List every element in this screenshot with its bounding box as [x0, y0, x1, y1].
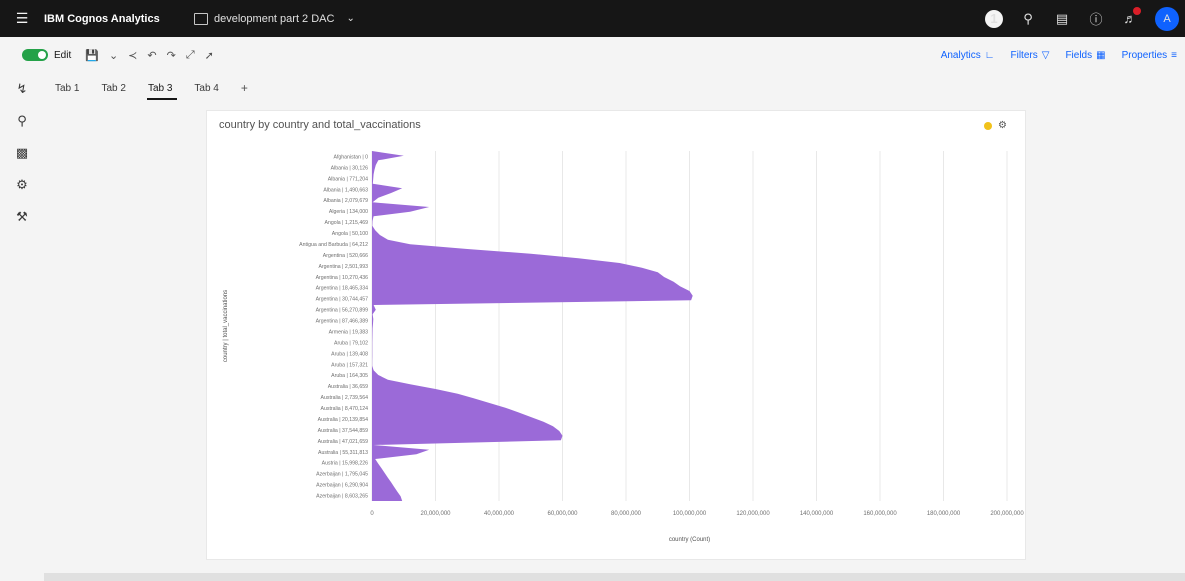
properties-icon: ≡	[1171, 49, 1177, 61]
tab-1[interactable]: Tab 1	[44, 73, 90, 103]
messages-icon[interactable]: ▤	[1053, 10, 1071, 28]
search-icon[interactable]: ⚲	[1019, 10, 1037, 28]
y-tick-label: Aruba | 139,408	[331, 351, 368, 357]
help-icon[interactable]: ⓘ	[1087, 10, 1105, 28]
x-tick-label: 100,000,000	[673, 511, 707, 517]
share-icon[interactable]: ≺	[128, 49, 137, 62]
y-tick-label: Argentina | 18,465,334	[316, 286, 369, 292]
y-tick-label: Argentina | 30,744,457	[316, 297, 369, 303]
top-navigation-bar: ☰ IBM Cognos Analytics development part …	[0, 0, 1185, 37]
widgets-icon[interactable]: ⚒	[0, 201, 44, 233]
tab-3[interactable]: Tab 3	[137, 73, 183, 103]
y-tick-label: Argentina | 87,466,389	[316, 319, 369, 325]
filters-button[interactable]: Filters ▽	[1011, 50, 1050, 61]
x-tick-label: 40,000,000	[484, 511, 515, 517]
edit-label: Edit	[54, 49, 72, 61]
y-tick-label: Aruba | 79,102	[334, 340, 368, 346]
y-tick-label: Albania | 1,490,663	[323, 187, 368, 193]
analytics-button[interactable]: Analytics ∟	[941, 50, 995, 61]
horizontal-scrollbar[interactable]	[44, 573, 1185, 581]
pin-icon[interactable]: ⚲	[0, 105, 44, 137]
y-tick-label: Azerbaijan | 1,795,045	[316, 472, 368, 478]
x-tick-label: 140,000,000	[800, 511, 834, 517]
undo-icon[interactable]: ↶	[147, 49, 156, 62]
left-rail: ↯ ⚲ ▩ ⚙ ⚒	[0, 73, 44, 581]
y-tick-label: Australia | 20,139,854	[318, 417, 368, 423]
y-tick-label: Albania | 30,126	[331, 165, 369, 171]
user-avatar[interactable]: A	[1155, 6, 1179, 31]
x-tick-label: 120,000,000	[736, 511, 770, 517]
x-tick-label: 80,000,000	[611, 511, 642, 517]
edit-mode-toggle[interactable]	[22, 49, 48, 61]
dashboard-icon	[194, 12, 208, 25]
tab-4[interactable]: Tab 4	[183, 73, 229, 103]
x-axis-title: country (Count)	[669, 537, 710, 543]
save-icon[interactable]: 💾	[85, 49, 99, 62]
y-tick-label: Aruba | 164,305	[331, 373, 368, 379]
redo-icon[interactable]: ↷	[167, 49, 176, 62]
y-tick-label: Albania | 771,204	[328, 176, 368, 182]
y-tick-label: Argentina | 10,270,436	[316, 275, 369, 281]
report-switcher[interactable]: development part 2 DAC ⌄	[194, 12, 355, 25]
x-tick-label: 200,000,000	[990, 511, 1024, 517]
analytics-icon: ∟	[984, 49, 995, 61]
y-tick-label: Algeria | 134,000	[329, 209, 368, 215]
save-dropdown-chevron-icon[interactable]: ⌄	[109, 49, 118, 62]
pointer-tool-icon[interactable]: ➚	[205, 49, 214, 62]
y-tick-label: Australia | 37,544,859	[318, 428, 368, 434]
fullscreen-icon[interactable]: ⤢	[186, 49, 195, 62]
y-tick-label: Afghanistan | 0	[333, 154, 368, 160]
y-tick-label: Azerbaijan | 6,290,904	[316, 483, 368, 489]
y-tick-label: Australia | 2,739,564	[321, 395, 369, 401]
y-tick-label: Aruba | 157,321	[331, 362, 368, 368]
data-sources-icon[interactable]: ↯	[0, 73, 44, 105]
y-tick-label: Angola | 50,100	[332, 231, 368, 237]
chevron-down-icon: ⌄	[346, 13, 355, 24]
app-brand[interactable]: IBM Cognos Analytics	[44, 13, 194, 25]
y-tick-label: Azerbaijan | 8,603,265	[316, 494, 368, 500]
report-name: development part 2 DAC	[214, 12, 335, 25]
y-tick-label: Austria | 15,998,226	[322, 461, 368, 467]
tab-2[interactable]: Tab 2	[90, 73, 136, 103]
y-tick-label: Australia | 36,659	[328, 384, 368, 390]
fields-icon: ▦	[1096, 49, 1106, 61]
notification-bell-icon[interactable]: ♬	[1121, 6, 1141, 28]
y-tick-label: Angola | 1,215,469	[325, 220, 369, 226]
x-tick-label: 160,000,000	[863, 511, 897, 517]
hamburger-menu-icon[interactable]: ☰	[0, 0, 44, 37]
x-tick-label: 0	[370, 511, 374, 517]
add-tab-button[interactable]: +	[230, 73, 259, 103]
y-tick-label: Australia | 47,021,659	[318, 439, 368, 445]
fields-button[interactable]: Fields ▦	[1065, 50, 1105, 61]
y-tick-label: Antigua and Barbuda | 64,212	[299, 242, 368, 248]
visualizations-icon[interactable]: ▩	[0, 137, 44, 169]
x-tick-label: 60,000,000	[547, 511, 578, 517]
y-tick-label: Argentina | 56,270,899	[316, 308, 369, 314]
y-tick-label: Armenia | 19,383	[329, 329, 369, 335]
y-tick-label: Australia | 55,311,813	[318, 450, 368, 456]
x-tick-label: 180,000,000	[927, 511, 961, 517]
dashboard-toolbar: Edit 💾 ⌄ ≺ ↶ ↷ ⤢ ➚ Analytics ∟ Filters ▽ F…	[0, 37, 1185, 73]
y-tick-label: Albania | 2,079,679	[323, 198, 368, 204]
notifications-count-badge[interactable]: 1	[985, 9, 1003, 28]
assistant-icon[interactable]: ⚙	[0, 169, 44, 201]
area-chart: Afghanistan | 0 Albania | 30,126 Albania |…	[223, 151, 1024, 543]
properties-button[interactable]: Properties ≡	[1122, 50, 1177, 61]
dashboard-tabs: Tab 1 Tab 2 Tab 3 Tab 4 +	[44, 73, 1185, 103]
y-tick-label: Argentina | 2,501,993	[318, 264, 368, 270]
series-area	[372, 151, 693, 501]
y-tick-label: Australia | 8,470,124	[321, 406, 369, 412]
y-tick-label: Argentina | 520,666	[323, 253, 368, 259]
x-tick-label: 20,000,000	[420, 511, 451, 517]
filter-icon: ▽	[1041, 49, 1050, 61]
y-axis-title: country | total_vaccinations	[223, 290, 229, 362]
chart-widget[interactable]: country by country and total_vaccination…	[206, 110, 1026, 560]
